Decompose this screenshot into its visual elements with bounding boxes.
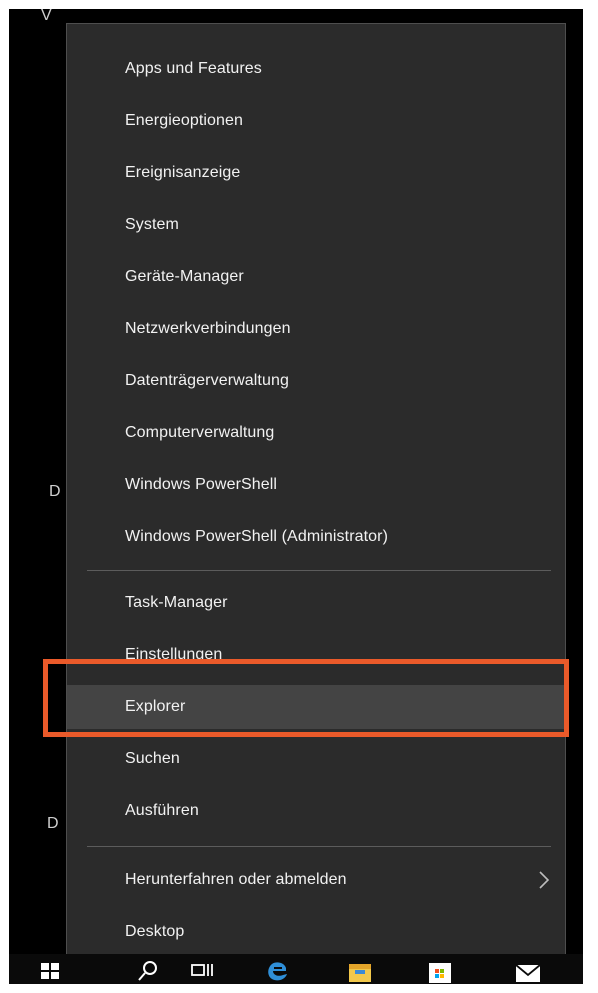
menu-item-explorer[interactable]: Explorer (67, 685, 565, 729)
menu-item-apps-features[interactable]: Apps und Features (67, 47, 565, 91)
search-icon[interactable] (133, 958, 163, 984)
menu-item-windows-powershell[interactable]: Windows PowerShell (67, 463, 565, 507)
file-explorer-icon[interactable] (345, 958, 375, 984)
menu-item-label: Ausführen (125, 802, 199, 819)
winx-context-menu: Apps und Features Energieoptionen Ereign… (66, 23, 566, 969)
menu-item-windows-powershell-admin[interactable]: Windows PowerShell (Administrator) (67, 515, 565, 559)
menu-item-label: Computerverwaltung (125, 424, 275, 441)
menu-item-label: Windows PowerShell (125, 476, 278, 493)
store-icon[interactable] (425, 958, 455, 984)
menu-item-label: Ereignisanzeige (125, 164, 241, 181)
menu-item-computerverwaltung[interactable]: Computerverwaltung (67, 411, 565, 455)
menu-item-geraete-manager[interactable]: Geräte-Manager (67, 255, 565, 299)
menu-item-label: Desktop (125, 923, 185, 940)
desktop-text-fragment-left-low: D (47, 815, 59, 832)
windows-start-icon[interactable] (35, 958, 65, 984)
menu-item-label: Suchen (125, 750, 180, 767)
menu-item-label: Geräte-Manager (125, 268, 244, 285)
menu-item-netzwerkverbindungen[interactable]: Netzwerkverbindungen (67, 307, 565, 351)
menu-item-einstellungen[interactable]: Einstellungen (67, 633, 565, 677)
desktop-text-fragment-left-mid: D (49, 483, 61, 500)
menu-item-ereignisanzeige[interactable]: Ereignisanzeige (67, 151, 565, 195)
taskbar (9, 954, 583, 984)
menu-item-suchen[interactable]: Suchen (67, 737, 565, 781)
menu-item-desktop[interactable]: Desktop (67, 910, 565, 954)
menu-item-herunterfahren[interactable]: Herunterfahren oder abmelden (67, 858, 565, 902)
desktop-text-fragment-top: V (41, 9, 52, 24)
menu-item-label: System (125, 216, 179, 233)
menu-item-label: Herunterfahren oder abmelden (125, 871, 347, 888)
menu-item-label: Explorer (125, 698, 186, 715)
desktop-background: V t D D Apps und Features Energieoptione… (9, 9, 583, 984)
menu-item-label: Energieoptionen (125, 112, 244, 129)
menu-item-energieoptionen[interactable]: Energieoptionen (67, 99, 565, 143)
menu-item-system[interactable]: System (67, 203, 565, 247)
edge-icon[interactable] (263, 958, 293, 984)
mail-icon[interactable] (513, 958, 543, 984)
menu-item-label: Task-Manager (125, 594, 228, 611)
menu-item-datentraegerverwaltung[interactable]: Datenträgerverwaltung (67, 359, 565, 403)
menu-item-label: Datenträgerverwaltung (125, 372, 289, 389)
menu-item-label: Einstellungen (125, 646, 223, 663)
menu-separator (87, 570, 551, 571)
menu-item-task-manager[interactable]: Task-Manager (67, 581, 565, 625)
menu-item-label: Netzwerkverbindungen (125, 320, 291, 337)
menu-item-label: Apps und Features (125, 60, 262, 77)
menu-separator (87, 846, 551, 847)
chevron-right-icon (539, 871, 550, 889)
menu-item-ausfuehren[interactable]: Ausführen (67, 789, 565, 833)
menu-item-label: Windows PowerShell (Administrator) (125, 528, 389, 545)
task-view-icon[interactable] (187, 958, 217, 984)
